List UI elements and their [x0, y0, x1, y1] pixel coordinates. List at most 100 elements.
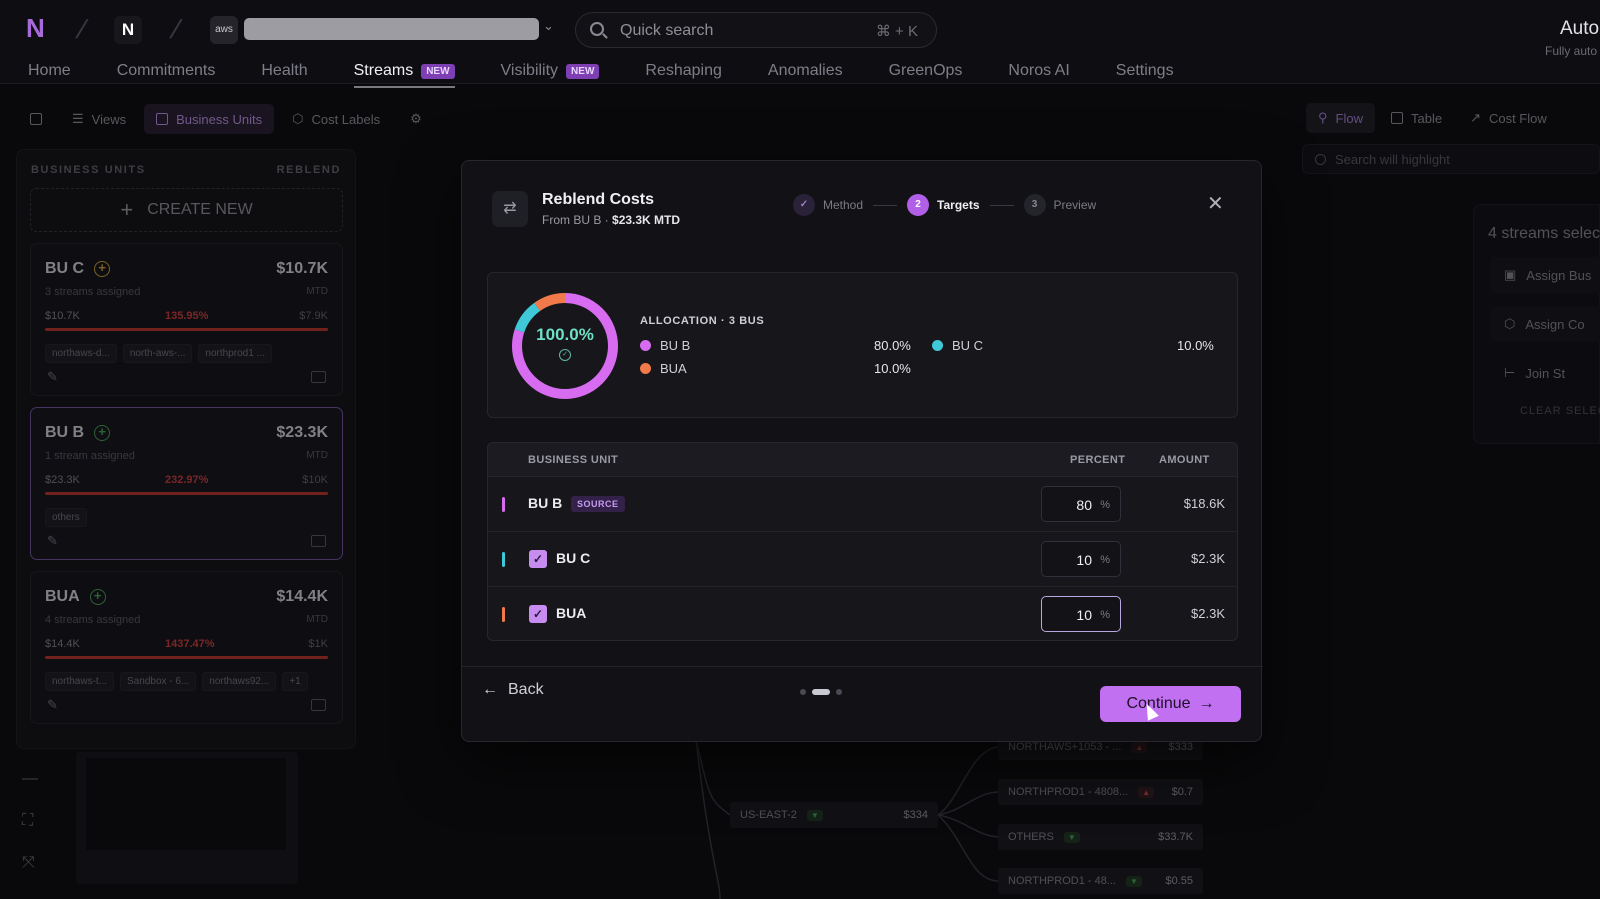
checkbox[interactable]: ✓ [529, 550, 547, 568]
percent-value: 10 [1076, 607, 1092, 623]
legend-label: BU C [952, 338, 984, 353]
account-selector[interactable] [244, 18, 539, 40]
row-bu-name: BU B [528, 495, 563, 511]
new-badge: NEW [566, 63, 600, 79]
percent-value: 10 [1076, 552, 1092, 568]
allocation-total: 100.0% [536, 325, 594, 344]
continue-button[interactable]: Continue → [1100, 686, 1241, 722]
percent-unit: % [1100, 499, 1110, 511]
automation-title: Auto [1560, 18, 1600, 39]
legend-bu-b: BU B [640, 338, 690, 353]
breadcrumb-separator: / [167, 14, 185, 44]
legend-bua: BUA [640, 361, 687, 376]
step-number: 3 [1023, 194, 1046, 216]
allocation-donut [512, 293, 618, 399]
search-shortcut: ⌘ + K [875, 23, 918, 40]
tab-anomalies[interactable]: Anomalies [768, 58, 843, 84]
tab-home[interactable]: Home [28, 58, 71, 84]
tab-settings[interactable]: Settings [1116, 58, 1174, 84]
tab-label: Settings [1115, 62, 1174, 79]
column-percent: PERCENT [1070, 454, 1126, 466]
tab-noros-ai[interactable]: Noros AI [1008, 58, 1069, 84]
percent-input[interactable]: 10% [1041, 541, 1121, 577]
color-stripe [502, 497, 505, 512]
reblend-costs-modal: ⇄ Reblend Costs From BU B · $23.3K MTD ✓… [461, 160, 1263, 742]
tab-label: Streams [353, 62, 414, 79]
color-stripe [502, 552, 505, 567]
tab-label: Visibility [500, 62, 559, 79]
tab-label: Noros AI [1008, 62, 1070, 79]
percent-unit: % [1100, 609, 1110, 621]
step-label: Targets [937, 198, 980, 212]
automation-subtitle: Fully auto [1545, 44, 1598, 58]
step-dots [800, 689, 842, 695]
tab-health[interactable]: Health [261, 58, 307, 84]
checkbox[interactable]: ✓ [529, 605, 547, 623]
legend-pct-bua: 10.0% [874, 361, 911, 376]
back-label: Back [508, 681, 544, 698]
tab-label: Commitments [116, 62, 216, 79]
tab-greenops[interactable]: GreenOps [889, 58, 963, 84]
search-placeholder: Quick search [620, 22, 714, 39]
tab-reshaping[interactable]: Reshaping [645, 58, 722, 84]
step-connector [989, 204, 1014, 206]
tab-label: Reshaping [645, 62, 722, 79]
modal-subtitle: From BU B · $23.3K MTD [542, 213, 680, 227]
table-row: ✓ BUA 10% $2.3K [488, 587, 1237, 640]
reblend-icon: ⇄ [492, 191, 528, 227]
column-amount: AMOUNT [1159, 454, 1210, 466]
tab-streams[interactable]: Streams NEW [353, 58, 455, 88]
percent-input[interactable]: 10% [1041, 596, 1121, 632]
tab-label: Health [261, 62, 308, 79]
arrow-left-icon: ← [482, 681, 498, 698]
app-logo[interactable]: N [26, 14, 52, 42]
back-button[interactable]: ← Back [482, 681, 544, 699]
step-number: 2 [907, 194, 930, 216]
allocation-summary: 100.0% ✓ ALLOCATION · 3 BUS BU B 80.0% B… [487, 272, 1238, 418]
aws-icon: aws [210, 16, 238, 44]
legend-label: BU B [660, 338, 691, 353]
tab-label: GreenOps [888, 62, 963, 79]
main-nav: Home Commitments Health Streams NEW Visib… [28, 58, 1220, 88]
legend-bu-c: BU C [932, 338, 983, 353]
legend-label: BUA [660, 361, 687, 376]
step-targets[interactable]: 2 Targets [907, 194, 980, 216]
step-label: Method [823, 198, 864, 212]
legend-pct-bu-b: 80.0% [874, 338, 911, 353]
tab-label: Home [28, 62, 71, 79]
row-bu-name: BUA [556, 605, 587, 621]
percent-input[interactable]: 80% [1041, 486, 1121, 522]
arrow-right-icon: → [1198, 695, 1215, 712]
continue-label: Continue [1126, 695, 1191, 712]
tab-visibility[interactable]: Visibility NEW [501, 58, 600, 84]
step-label: Preview [1053, 198, 1097, 212]
source-label: From BU B · [542, 213, 613, 227]
table-header: BUSINESS UNIT PERCENT AMOUNT [488, 443, 1237, 477]
top-bar: N / N / aws ⌄ Quick search ⌘ + K Auto Fu… [0, 0, 1600, 88]
step-dot [836, 689, 842, 695]
org-badge[interactable]: N [114, 16, 142, 44]
allocation-heading: ALLOCATION · 3 BUS [640, 315, 765, 327]
step-method[interactable]: ✓ Method [793, 194, 863, 216]
step-connector [873, 204, 898, 206]
wizard-stepper: ✓ Method 2 Targets 3 Preview [793, 194, 1096, 216]
step-dot [800, 689, 806, 695]
legend-dot [640, 340, 651, 351]
table-row: BU B SOURCE 80% $18.6K [488, 477, 1237, 532]
targets-table: BUSINESS UNIT PERCENT AMOUNT BU B SOURCE… [487, 442, 1238, 641]
source-badge: SOURCE [571, 496, 625, 512]
tab-commitments[interactable]: Commitments [117, 58, 216, 84]
color-stripe [502, 607, 505, 622]
close-icon[interactable]: ✕ [1207, 194, 1224, 214]
step-dot-active [812, 689, 830, 695]
step-preview[interactable]: 3 Preview [1023, 194, 1097, 216]
table-row: ✓ BU C 10% $2.3K [488, 532, 1237, 587]
column-business-unit: BUSINESS UNIT [528, 454, 619, 466]
legend-dot [640, 363, 651, 374]
new-badge: NEW [421, 63, 455, 79]
quick-search[interactable]: Quick search ⌘ + K [575, 12, 937, 48]
percent-value: 80 [1076, 497, 1092, 513]
chevron-down-icon[interactable]: ⌄ [543, 18, 554, 34]
row-amount: $2.3K [1191, 606, 1225, 621]
row-amount: $2.3K [1191, 551, 1225, 566]
